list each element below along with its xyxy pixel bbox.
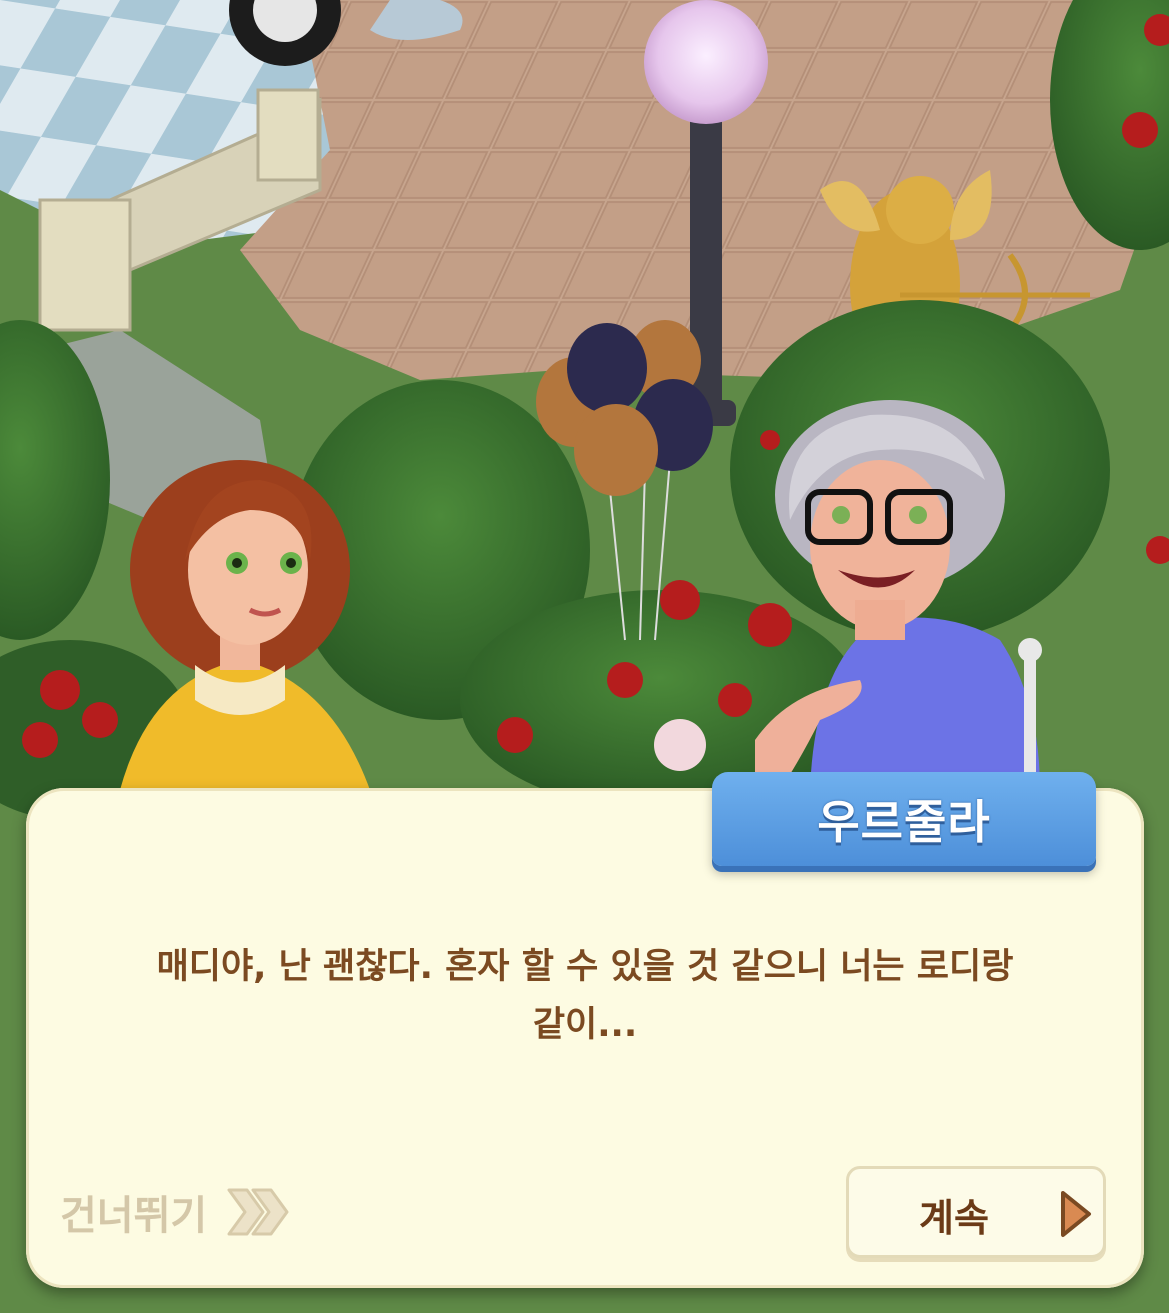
lamp-globe <box>644 0 768 124</box>
dialog-text: 매디야, 난 괜찮다. 혼자 할 수 있을 것 같으니 너는 로디랑 같이... <box>90 938 1080 1054</box>
continue-button[interactable]: 계속 <box>846 1166 1106 1258</box>
white-rose <box>654 719 706 771</box>
wall-pillar-right <box>256 88 320 182</box>
skip-button[interactable]: 건너뛰기 <box>60 1180 289 1244</box>
continue-label: 계속 <box>919 1196 989 1240</box>
double-chevron-right-icon <box>227 1188 289 1236</box>
dialog-line-1: 매디야, 난 괜찮다. 혼자 할 수 있을 것 같으니 너는 로디랑 <box>156 947 1014 987</box>
play-triangle-icon <box>1061 1191 1091 1237</box>
speaker-name-tag: 우르줄라 <box>712 772 1096 866</box>
dialog-line-2: 같이... <box>532 1005 638 1045</box>
skip-label: 건너뛰기 <box>60 1193 208 1239</box>
wall-pillar <box>38 198 132 332</box>
speaker-name: 우르줄라 <box>817 795 991 849</box>
